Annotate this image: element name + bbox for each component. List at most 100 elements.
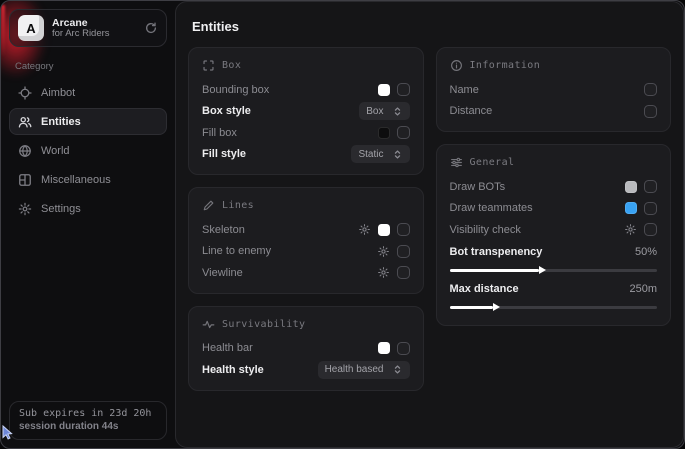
visibility-check-settings-icon[interactable] [624,223,637,236]
refresh-icon[interactable] [144,21,158,35]
card-title: Box [222,60,241,71]
max-distance-label: Max distance [450,283,519,295]
box-style-controls: Box [359,102,409,120]
draw-teammates-checkbox[interactable] [644,202,657,215]
max-distance-slider[interactable] [450,306,658,309]
survivability-card-header: Survivability [202,318,410,331]
box-style-row: Box styleBox [202,101,410,123]
bounding-box-color-swatch[interactable] [378,84,390,96]
draw-bots-checkbox[interactable] [644,180,657,193]
draw-bots-controls [625,180,657,193]
box-card-header: Box [202,59,410,72]
line-to-enemy-checkbox[interactable] [397,245,410,258]
viewline-settings-icon[interactable] [377,266,390,279]
card-title: Information [470,60,541,71]
pencil-icon [202,199,215,212]
draw-bots-row: Draw BOTs [450,176,658,198]
sidebar-nav: Aimbot Entities WorldMiscellaneous Settings [9,79,167,222]
unfold-icon [392,149,403,160]
max-distance-value: 250m [629,283,657,295]
fill-style-row: Fill styleStatic [202,144,410,166]
bounding-box-label: Bounding box [202,84,269,96]
health-bar-controls [378,342,410,355]
health-bar-label: Health bar [202,342,253,354]
bot-transpenency-value: 50% [635,246,657,258]
fill-box-label: Fill box [202,127,237,139]
draw-bots-label: Draw BOTs [450,181,506,193]
bot-transpenency-slider[interactable] [450,269,658,272]
distance-controls [644,105,657,118]
fill-style-dropdown[interactable]: Static [351,145,409,163]
bounding-box-checkbox[interactable] [397,83,410,96]
distance-row: Distance [450,101,658,123]
bot-transpenency-slider-fill [450,269,539,272]
brand-subtitle: for Arc Riders [52,29,110,40]
session-duration-text: session duration 44s [19,421,157,432]
viewline-label: Viewline [202,267,243,279]
box-card: Box Bounding box Box styleBox Fill box Fill … [188,47,424,175]
fill-box-color-swatch[interactable] [378,127,390,139]
bounding-box-controls [378,83,410,96]
bot-transpenency-row: Bot transpenency 50% [450,242,658,264]
sidebar-item-world[interactable]: World [9,137,167,164]
health-bar-color-swatch[interactable] [378,342,390,354]
sidebar-item-label: Aimbot [41,87,75,99]
max-distance-row: Max distance 250m [450,279,658,301]
bot-transpenency-slider-thumb[interactable] [539,266,546,274]
skeleton-settings-icon[interactable] [358,223,371,236]
subscription-footer: Sub expires in 23d 20h session duration … [9,401,167,440]
users-icon [18,115,32,129]
general-card-header: General [450,156,658,169]
skeleton-checkbox[interactable] [397,223,410,236]
brand-title: Arcane [52,17,110,29]
sidebar-item-settings[interactable]: Settings [9,195,167,222]
bot-transpenency-slider-group: Bot transpenency 50% [450,242,658,272]
line-to-enemy-settings-icon[interactable] [377,245,390,258]
information-card-header: Information [450,59,658,72]
column-2: InformationNameDistance General Draw BOTs D… [436,47,672,326]
max-distance-slider-group: Max distance 250m [450,279,658,309]
column-1: Box Bounding box Box styleBox Fill box Fill … [188,47,424,391]
health-bar-checkbox[interactable] [397,342,410,355]
fill-box-checkbox[interactable] [397,126,410,139]
line-to-enemy-label: Line to enemy [202,245,271,257]
distance-checkbox[interactable] [644,105,657,118]
box-corners-icon [202,59,215,72]
draw-teammates-controls [625,202,657,215]
page-title: Entities [192,19,667,34]
general-card: GeneralDraw BOTsDraw teammatesVisibility… [436,144,672,326]
skeleton-label: Skeleton [202,224,245,236]
draw-teammates-color-swatch[interactable] [625,202,637,214]
card-title: General [470,157,515,168]
box-style-dropdown-value: Box [366,105,383,118]
viewline-checkbox[interactable] [397,266,410,279]
gear-icon [18,202,32,216]
information-card: InformationNameDistance [436,47,672,132]
skeleton-row: Skeleton [202,219,410,241]
bot-transpenency-label: Bot transpenency [450,246,543,258]
lines-card: Lines Skeleton Line to enemy Viewline [188,187,424,294]
card-title: Lines [222,200,254,211]
sidebar-item-aimbot[interactable]: Aimbot [9,79,167,106]
health-style-dropdown[interactable]: Health based [318,361,410,379]
health-style-dropdown-value: Health based [325,363,384,376]
sidebar: A Arcane for Arc Riders Category AimbotE… [1,1,175,448]
skeleton-color-swatch[interactable] [378,224,390,236]
name-checkbox[interactable] [644,83,657,96]
box-style-dropdown[interactable]: Box [359,102,409,120]
sidebar-item-label: Entities [41,116,81,128]
sidebar-item-label: Settings [41,203,81,215]
fill-style-dropdown-value: Static [358,148,383,161]
draw-bots-color-swatch[interactable] [625,181,637,193]
sidebar-item-entities[interactable]: Entities [9,108,167,135]
health-style-label: Health style [202,364,264,376]
max-distance-slider-thumb[interactable] [493,303,500,311]
fill-box-controls [378,126,410,139]
visibility-check-checkbox[interactable] [644,223,657,236]
health-style-row: Health style Health based [202,359,410,381]
unfold-icon [392,106,403,117]
max-distance-slider-fill [450,306,494,309]
survivability-card: SurvivabilityHealth barHealth styleHealt… [188,306,424,391]
info-icon [450,59,463,72]
sidebar-item-miscellaneous[interactable]: Miscellaneous [9,166,167,193]
